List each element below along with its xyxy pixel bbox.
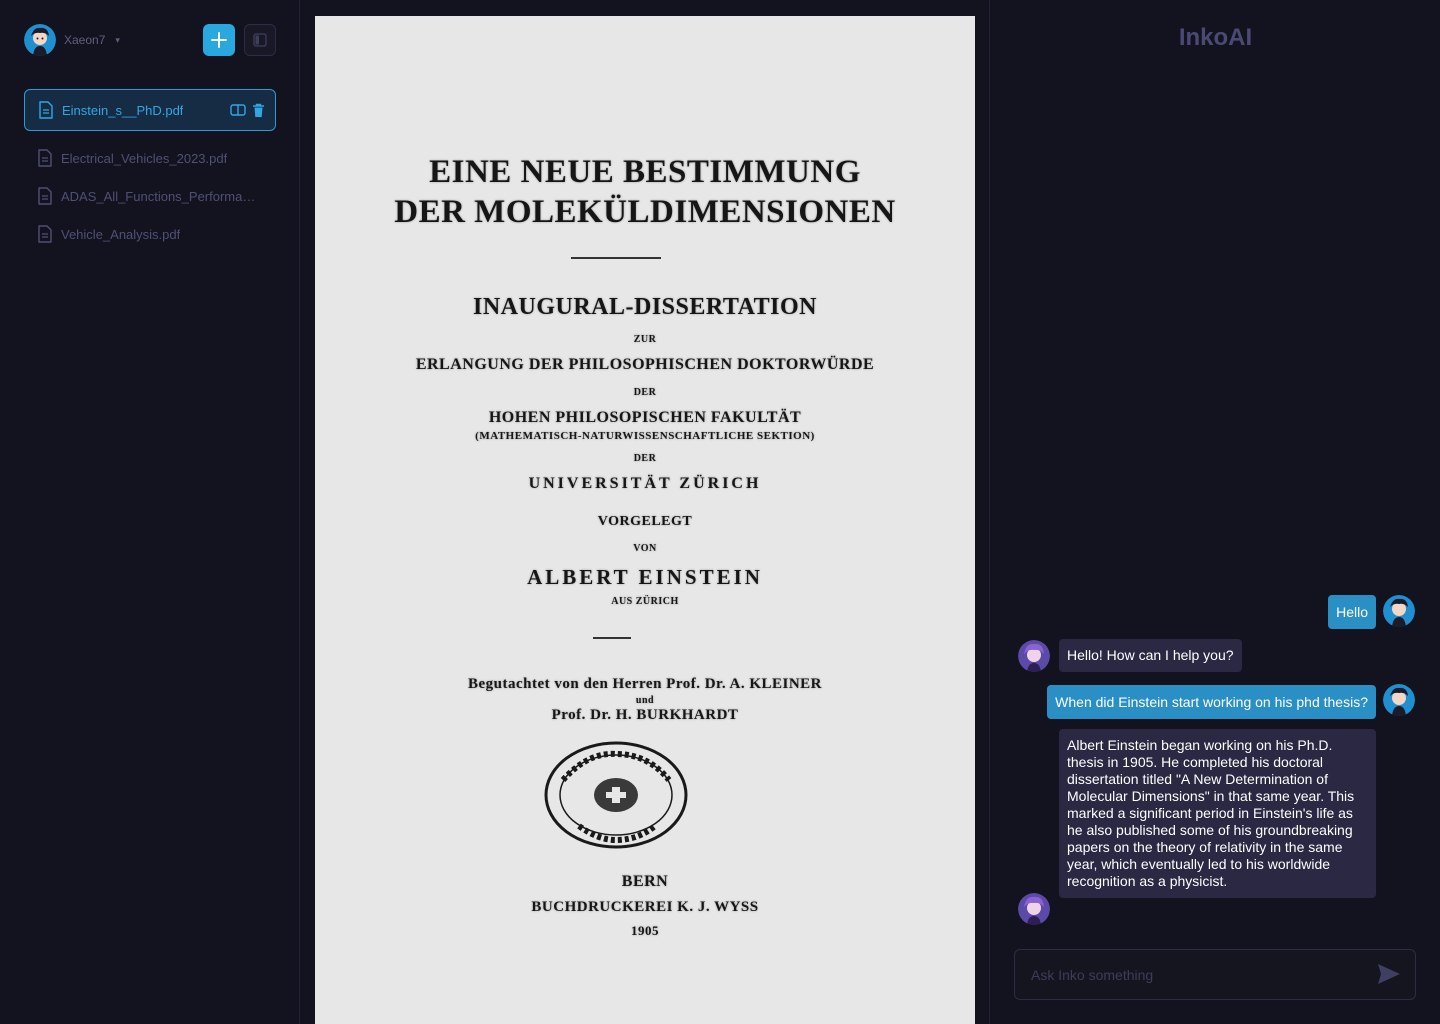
- doc-zur: ZUR: [633, 334, 657, 345]
- bot-avatar: [1018, 893, 1050, 925]
- user-avatar: [1383, 595, 1415, 627]
- doc-der: DER: [633, 387, 657, 398]
- username: Xaeon7: [64, 33, 106, 47]
- doc-reviewers-line2: Prof. Dr. H. BURKHARDT: [551, 707, 739, 723]
- doc-divider: [571, 257, 661, 259]
- doc-aus: AUS ZÜRICH: [611, 596, 679, 607]
- chat-input-box: [1014, 949, 1416, 1000]
- file-item[interactable]: ADAS_All_Functions_Performam...: [24, 177, 276, 215]
- bot-message: Hello! How can I help you?: [1059, 639, 1242, 672]
- doc-author: ALBERT EINSTEIN: [527, 565, 763, 589]
- app-brand: InkoAI: [1178, 24, 1253, 51]
- doc-city: BERN: [621, 873, 669, 890]
- file-item[interactable]: Einstein_s__PhD.pdf: [24, 89, 276, 131]
- doc-von: VON: [633, 543, 657, 554]
- trash-icon[interactable]: [252, 103, 265, 118]
- doc-section: (MATHEMATISCH-NATURWISSENSCHAFTLICHE SEK…: [475, 430, 815, 442]
- file-list: Einstein_s__PhD.pdf Electrical_Vehicles_…: [24, 89, 276, 253]
- chat-panel: InkoAI Hello Hello! How can I help you? …: [991, 0, 1440, 1024]
- sidebar: Xaeon7 ▾ Einstein_s__PhD.pdf Electrical_…: [0, 0, 300, 1024]
- new-chat-button[interactable]: [203, 24, 235, 56]
- file-label: ADAS_All_Functions_Performam...: [61, 188, 261, 204]
- file-item[interactable]: Electrical_Vehicles_2023.pdf: [24, 139, 276, 177]
- chat-input[interactable]: [1015, 950, 1355, 999]
- library-stamp: [544, 741, 688, 849]
- split-view-icon[interactable]: [230, 104, 246, 116]
- user-avatar: [24, 24, 56, 56]
- user-avatar: [1383, 684, 1415, 716]
- doc-university: UNIVERSITÄT ZÜRICH: [528, 475, 762, 492]
- doc-title-line1: EINE NEUE BESTIMMUNG: [429, 154, 861, 190]
- file-label: Einstein_s__PhD.pdf: [62, 102, 184, 118]
- file-label: Electrical_Vehicles_2023.pdf: [61, 150, 228, 166]
- file-icon: [38, 187, 52, 205]
- doc-year: 1905: [631, 923, 659, 938]
- file-icon: [38, 149, 52, 167]
- user-menu[interactable]: Xaeon7 ▾: [24, 24, 120, 56]
- user-message: Hello: [1328, 595, 1376, 629]
- doc-divider: [593, 637, 631, 639]
- file-icon: [38, 225, 52, 243]
- pdf-page[interactable]: EINE NEUE BESTIMMUNG DER MOLEKÜLDIMENSIO…: [315, 16, 975, 1024]
- send-icon: [1378, 964, 1400, 984]
- document-viewer[interactable]: EINE NEUE BESTIMMUNG DER MOLEKÜLDIMENSIO…: [301, 0, 990, 1024]
- doc-und: und: [635, 695, 655, 706]
- file-label: Vehicle_Analysis.pdf: [61, 226, 181, 242]
- bot-avatar: [1018, 640, 1050, 672]
- doc-erlangung: ERLANGUNG DER PHILOSOPHISCHEN DOKTORWÜRD…: [415, 356, 875, 373]
- doc-printer: BUCHDRUCKEREI K. J. WYSS: [531, 899, 759, 915]
- doc-subtitle: INAUGURAL-DISSERTATION: [473, 294, 817, 320]
- bot-message: Albert Einstein began working on his Ph.…: [1059, 729, 1376, 898]
- user-message: When did Einstein start working on his p…: [1047, 685, 1376, 719]
- file-icon: [39, 101, 53, 119]
- file-item[interactable]: Vehicle_Analysis.pdf: [24, 215, 276, 253]
- doc-vorgelegt: VORGELEGT: [597, 514, 693, 529]
- plus-icon: [211, 32, 227, 48]
- doc-title-line2: DER MOLEKÜLDIMENSIONEN: [394, 194, 896, 230]
- doc-fakultaet: HOHEN PHILOSOPISCHEN FAKULTÄT: [488, 409, 802, 426]
- chevron-down-icon: ▾: [115, 34, 120, 45]
- doc-reviewers-line1: Begutachtet von den Herren Prof. Dr. A. …: [467, 676, 823, 692]
- send-button[interactable]: [1377, 963, 1401, 990]
- panel-toggle-icon: [253, 33, 267, 47]
- doc-der: DER: [633, 453, 657, 464]
- toggle-sidebar-button[interactable]: [244, 24, 276, 56]
